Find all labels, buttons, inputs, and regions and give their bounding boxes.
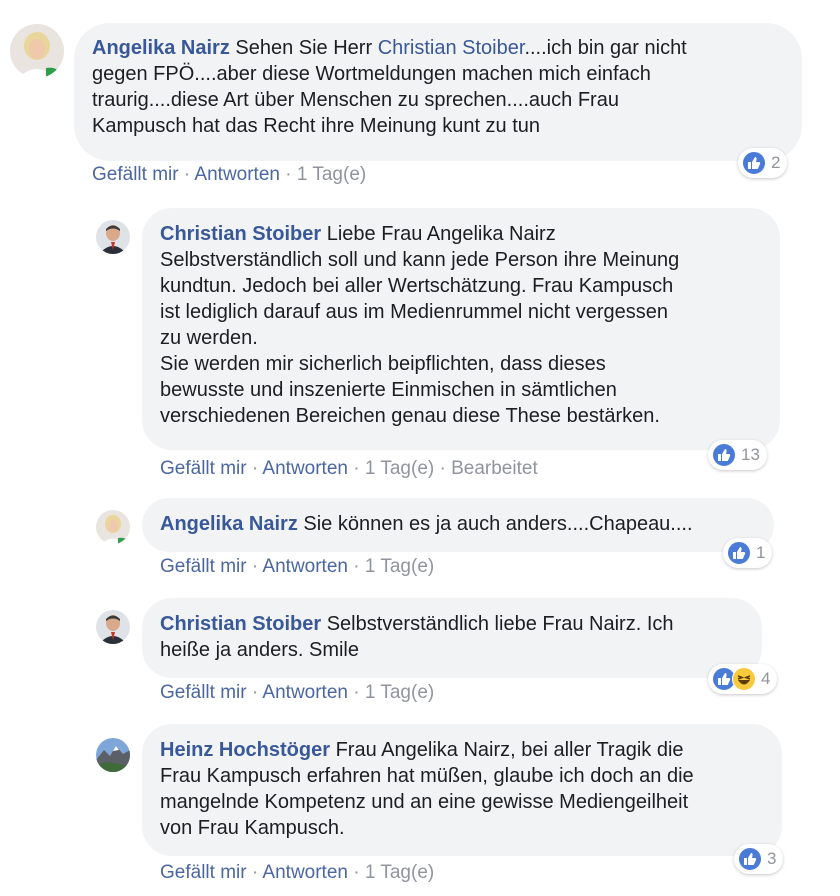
comment-first-line: Angelika Nairz Sehen Sie Herr Christian … bbox=[92, 35, 784, 61]
avatar[interactable] bbox=[96, 220, 130, 254]
timestamp[interactable]: 1 Tag(e) bbox=[365, 682, 434, 703]
comment-text: Selbstverständlich liebe Frau Nairz. Ich bbox=[321, 613, 674, 635]
comment-bubble: Christian Stoiber Liebe Frau Angelika Na… bbox=[142, 208, 780, 450]
comment-text-line: gegen FPÖ....aber diese Wortmeldungen ma… bbox=[92, 63, 651, 85]
separator: · bbox=[246, 458, 263, 479]
comment-actions: Gefällt mir · Antworten · 1 Tag(e) · Bea… bbox=[160, 458, 538, 480]
separator: · bbox=[178, 164, 195, 185]
comment-text-line: bewusste und inszenierte Einmischen in s… bbox=[160, 379, 617, 401]
like-button[interactable]: Gefällt mir bbox=[160, 682, 247, 703]
comment-author[interactable]: Angelika Nairz bbox=[160, 513, 298, 535]
comment-text-line: von Frau Kampusch. bbox=[160, 817, 345, 839]
separator: · bbox=[434, 458, 452, 479]
comment-first-line: Christian Stoiber Selbstverständlich lie… bbox=[160, 611, 744, 637]
separator: · bbox=[279, 164, 297, 185]
comment-author[interactable]: Angelika Nairz bbox=[92, 37, 230, 59]
comment-author[interactable]: Christian Stoiber bbox=[160, 223, 321, 245]
profile-photo-christian bbox=[96, 220, 130, 254]
comment-author[interactable]: Heinz Hochstöger bbox=[160, 739, 330, 761]
comment-text: Frau Angelika Nairz, bei aller Tragik di… bbox=[330, 739, 684, 761]
comment-bubble: Heinz Hochstöger Frau Angelika Nairz, be… bbox=[142, 724, 782, 856]
comment-text: Sehen Sie Herr bbox=[229, 37, 378, 59]
avatar[interactable] bbox=[96, 510, 130, 544]
comment-text-line: traurig....diese Art über Menschen zu sp… bbox=[92, 89, 619, 111]
mention-link[interactable]: Christian Stoiber bbox=[378, 37, 525, 59]
thumbs-up-icon bbox=[712, 443, 736, 467]
timestamp[interactable]: 1 Tag(e) bbox=[365, 556, 434, 577]
comment-text-line: Kampusch hat das Recht ihre Meinung kunt… bbox=[92, 115, 541, 137]
like-button[interactable]: Gefällt mir bbox=[160, 458, 247, 479]
comment-text-line: heiße ja anders. Smile bbox=[160, 639, 359, 661]
comment-actions: Gefällt mir · Antworten · 1 Tag(e) bbox=[160, 556, 434, 578]
reaction-summary[interactable]: 1 bbox=[723, 538, 773, 568]
profile-photo-angelika bbox=[10, 24, 64, 78]
comment-text-line: kundtun. Jedoch bei aller Wertschätzung.… bbox=[160, 275, 674, 297]
comment-text-line: Sie werden mir sicherlich beipflichten, … bbox=[160, 353, 606, 375]
separator: · bbox=[347, 556, 365, 577]
thumbs-up-icon bbox=[738, 847, 762, 871]
reaction-count: 3 bbox=[767, 849, 777, 868]
reply-button[interactable]: Antworten bbox=[262, 458, 348, 479]
reaction-count: 2 bbox=[771, 153, 781, 172]
like-button[interactable]: Gefällt mir bbox=[160, 556, 247, 577]
separator: · bbox=[347, 458, 365, 479]
reply-button[interactable]: Antworten bbox=[262, 862, 348, 883]
comment-text: ....ich bin gar nicht bbox=[524, 37, 687, 59]
reaction-count: 13 bbox=[741, 445, 760, 464]
comment-actions: Gefällt mir · Antworten · 1 Tag(e) bbox=[92, 164, 366, 186]
comment-text-line: ist lediglich darauf aus im Medienrummel… bbox=[160, 301, 669, 323]
comment-actions: Gefällt mir · Antworten · 1 Tag(e) bbox=[160, 682, 434, 704]
separator: · bbox=[347, 862, 365, 883]
comment-author[interactable]: Christian Stoiber bbox=[160, 613, 321, 635]
reply-button[interactable]: Antworten bbox=[262, 556, 348, 577]
comment-first-line: Angelika Nairz Sie können es ja auch and… bbox=[160, 511, 756, 537]
timestamp[interactable]: 1 Tag(e) bbox=[365, 862, 434, 883]
profile-photo-angelika bbox=[96, 510, 130, 544]
comment-first-line: Christian Stoiber Liebe Frau Angelika Na… bbox=[160, 221, 762, 247]
reaction-count: 4 bbox=[761, 669, 771, 688]
separator: · bbox=[246, 682, 263, 703]
avatar[interactable] bbox=[10, 24, 64, 78]
comment-text-line: Frau Kampusch erfahren hat müßen, glaube… bbox=[160, 765, 694, 787]
reply-button[interactable]: Antworten bbox=[262, 682, 348, 703]
comment-text-line: zu werden. bbox=[160, 327, 258, 349]
reaction-summary[interactable]: 2 bbox=[738, 148, 788, 178]
comment-text: Sie können es ja auch anders....Chapeau.… bbox=[297, 513, 693, 535]
comment-text: Liebe Frau Angelika Nairz bbox=[321, 223, 556, 245]
comment-text-line: mangelnde Kompetenz und an eine gewisse … bbox=[160, 791, 689, 813]
separator: · bbox=[246, 862, 263, 883]
separator: · bbox=[347, 682, 365, 703]
like-button[interactable]: Gefällt mir bbox=[160, 862, 247, 883]
profile-photo-heinz bbox=[96, 738, 130, 772]
laughing-face-icon bbox=[732, 667, 756, 691]
avatar[interactable] bbox=[96, 610, 130, 644]
profile-photo-christian bbox=[96, 610, 130, 644]
reaction-summary[interactable]: 3 bbox=[734, 844, 784, 874]
comment-actions: Gefällt mir · Antworten · 1 Tag(e) bbox=[160, 862, 434, 884]
avatar[interactable] bbox=[96, 738, 130, 772]
reaction-count: 1 bbox=[756, 543, 766, 562]
comment-first-line: Heinz Hochstöger Frau Angelika Nairz, be… bbox=[160, 737, 764, 763]
timestamp[interactable]: 1 Tag(e) bbox=[297, 164, 366, 185]
comment-text-line: Selbstverständlich soll und kann jede Pe… bbox=[160, 249, 680, 271]
like-button[interactable]: Gefällt mir bbox=[92, 164, 179, 185]
edited-label[interactable]: Bearbeitet bbox=[451, 458, 538, 479]
timestamp[interactable]: 1 Tag(e) bbox=[365, 458, 434, 479]
comment-text-line: verschiedenen Bereichen genau diese Thes… bbox=[160, 405, 660, 427]
comment-bubble: Angelika Nairz Sehen Sie Herr Christian … bbox=[74, 23, 802, 161]
comment-bubble: Christian Stoiber Selbstverständlich lie… bbox=[142, 598, 762, 678]
thumbs-up-icon bbox=[727, 541, 751, 565]
comment-bubble: Angelika Nairz Sie können es ja auch and… bbox=[142, 498, 774, 552]
thumbs-up-icon bbox=[742, 151, 766, 175]
separator: · bbox=[246, 556, 263, 577]
reaction-summary[interactable]: 13 bbox=[708, 440, 767, 470]
reply-button[interactable]: Antworten bbox=[194, 164, 280, 185]
reaction-summary[interactable]: 4 bbox=[708, 664, 778, 694]
